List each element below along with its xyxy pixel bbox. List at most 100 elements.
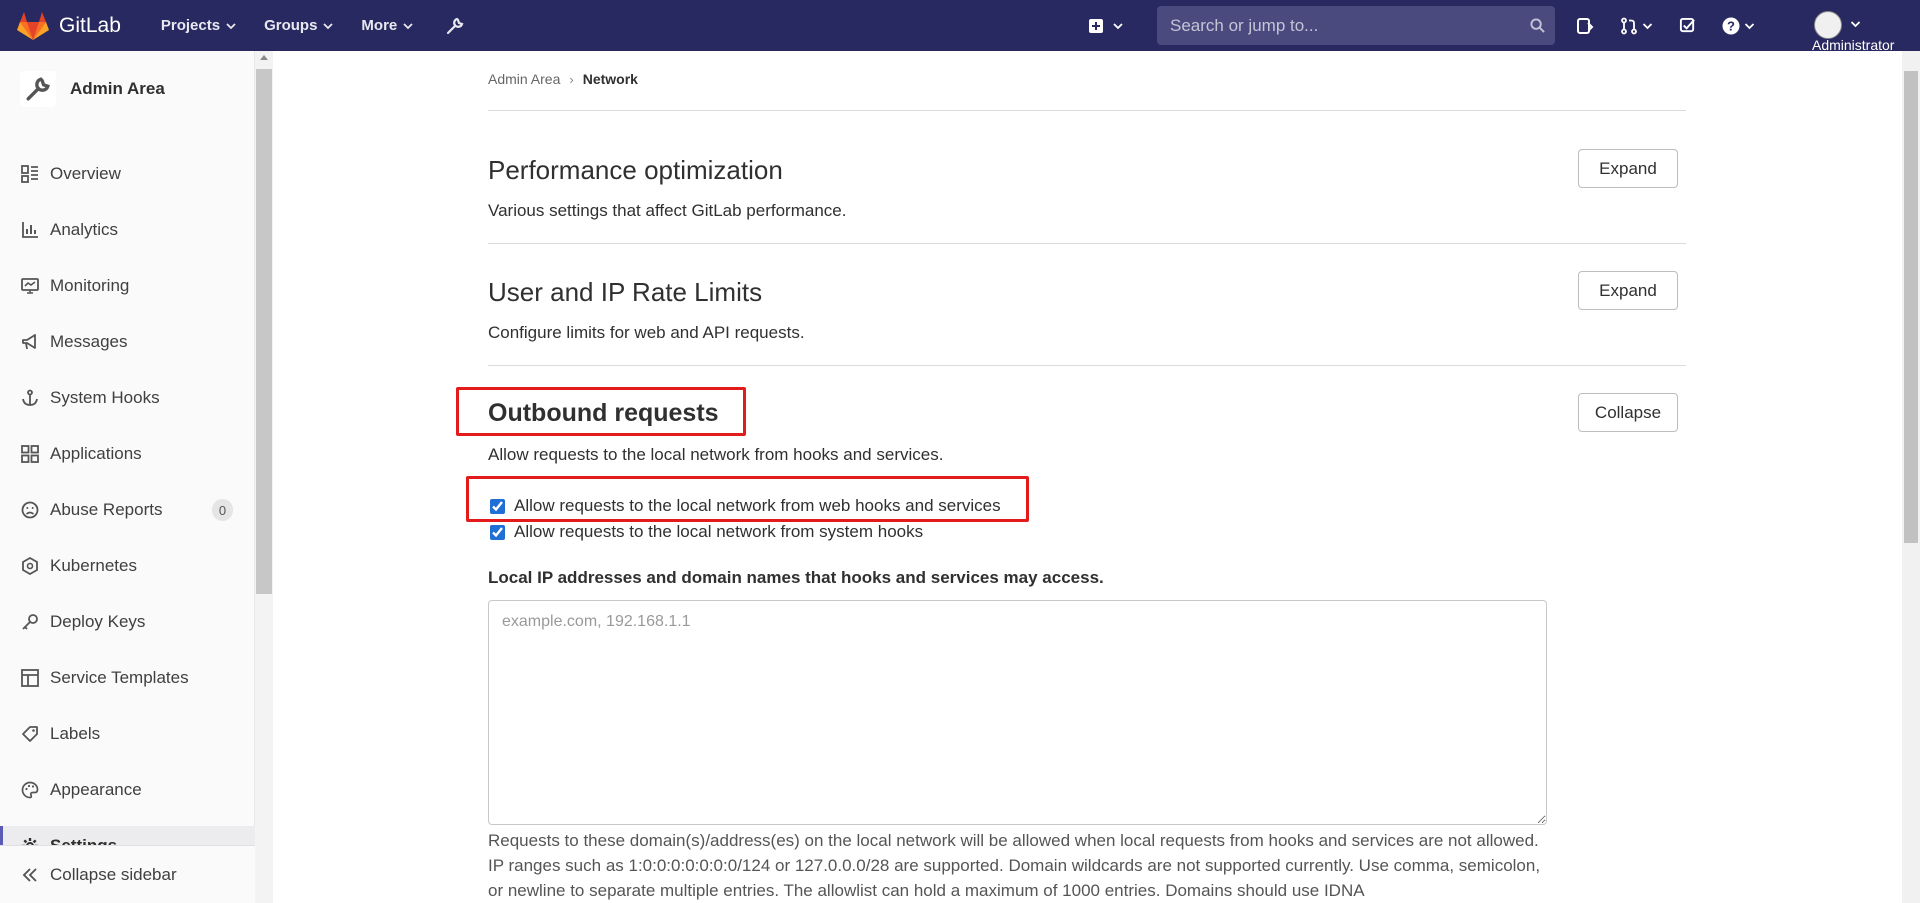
plus-square-icon — [1089, 18, 1103, 33]
user-name: Administrator — [1812, 37, 1895, 53]
sidebar-item-messages[interactable]: Messages — [0, 322, 255, 362]
allow-web-hooks-checkbox-row[interactable]: Allow requests to the local network from… — [488, 496, 1001, 516]
sidebar-item-system-hooks[interactable]: System Hooks — [0, 378, 255, 418]
sidebar-item-abuse-reports[interactable]: Abuse Reports 0 — [0, 490, 255, 530]
template-icon — [20, 668, 40, 688]
page-scroll-thumb[interactable] — [1904, 71, 1918, 543]
double-chevron-left-icon — [20, 865, 40, 885]
sidebar-item-monitoring[interactable]: Monitoring — [0, 266, 255, 306]
divider — [488, 365, 1686, 366]
section-desc-performance: Various settings that affect GitLab perf… — [488, 201, 847, 220]
label-icon — [20, 724, 40, 744]
sidebar-item-appearance[interactable]: Appearance — [0, 770, 255, 810]
allow-web-hooks-label: Allow requests to the local network from… — [514, 496, 1001, 515]
collapse-sidebar-button[interactable]: Collapse sidebar — [0, 855, 255, 895]
megaphone-icon — [20, 332, 40, 352]
sidebar-item-overview[interactable]: Overview — [0, 154, 255, 194]
kubernetes-icon — [20, 556, 40, 576]
sidebar-item-label: System Hooks — [50, 388, 160, 407]
chevron-down-icon — [1642, 22, 1653, 29]
sidebar-context-title: Admin Area — [70, 79, 165, 98]
sidebar-item-label: Overview — [50, 164, 121, 183]
allow-web-hooks-checkbox[interactable] — [490, 498, 505, 514]
nav-groups[interactable]: Groups — [264, 17, 334, 34]
scroll-up-arrow-icon[interactable] — [260, 55, 268, 60]
sidebar-scrollbar[interactable] — [255, 51, 273, 903]
divider — [488, 110, 1686, 111]
help-icon: ? — [1722, 17, 1740, 34]
palette-icon — [20, 780, 40, 800]
nav-projects[interactable]: Projects — [161, 17, 236, 34]
nav-groups-label: Groups — [264, 17, 318, 34]
expand-performance-button[interactable]: Expand — [1578, 149, 1678, 188]
search-icon — [1530, 18, 1545, 33]
allowlist-help-text: Requests to these domain(s)/address(es) … — [488, 831, 1541, 900]
allowlist-textarea[interactable] — [488, 600, 1547, 825]
new-dropdown[interactable] — [1088, 0, 1124, 51]
allow-system-hooks-checkbox[interactable] — [490, 524, 505, 540]
wrench-icon[interactable] — [445, 16, 465, 36]
sidebar-item-label: Messages — [50, 332, 128, 351]
section-desc-outbound: Allow requests to the local network from… — [488, 445, 944, 464]
sidebar-item-label: Appearance — [50, 780, 142, 799]
page-scrollbar[interactable] — [1902, 51, 1920, 903]
collapse-sidebar-label: Collapse sidebar — [50, 865, 177, 884]
chevron-down-icon — [1744, 22, 1755, 29]
sidebar-context-header[interactable]: Admin Area — [0, 51, 255, 127]
sidebar-item-service-templates[interactable]: Service Templates — [0, 658, 255, 698]
sidebar-item-kubernetes[interactable]: Kubernetes — [0, 546, 255, 586]
user-menu[interactable]: Administrator — [1810, 8, 1920, 53]
sidebar-item-label: Kubernetes — [50, 556, 137, 575]
brand-link[interactable]: GitLab — [16, 9, 121, 43]
chevron-down-icon — [403, 22, 413, 29]
sidebar-item-labels[interactable]: Labels — [0, 714, 255, 754]
admin-area-avatar — [20, 71, 56, 107]
monitor-icon — [20, 276, 40, 296]
chevron-down-icon — [323, 22, 334, 29]
allowlist-field-label: Local IP addresses and domain names that… — [488, 568, 1104, 587]
sidebar-item-label: Monitoring — [50, 276, 130, 295]
nav-menu: Projects Groups More — [161, 16, 465, 36]
anchor-icon — [20, 388, 40, 408]
avatar — [1814, 11, 1842, 39]
breadcrumb-network[interactable]: Network — [583, 71, 638, 87]
expand-rate-limits-button[interactable]: Expand — [1578, 271, 1678, 310]
breadcrumb: Admin Area › Network — [488, 71, 638, 87]
nav-icons: ? — [1576, 0, 1781, 51]
sidebar-item-label: Service Templates — [50, 668, 189, 687]
sidebar-item-analytics[interactable]: Analytics — [0, 210, 255, 250]
gitlab-logo-icon — [17, 11, 49, 40]
section-title-outbound: Outbound requests — [488, 399, 719, 427]
allow-system-hooks-checkbox-row[interactable]: Allow requests to the local network from… — [488, 522, 923, 542]
divider — [488, 243, 1686, 244]
todos-button[interactable] — [1679, 17, 1696, 34]
section-title-rate-limits: User and IP Rate Limits — [488, 277, 763, 307]
brand-name: GitLab — [59, 13, 121, 37]
key-icon — [20, 612, 40, 632]
sidebar-item-label: Abuse Reports — [50, 500, 163, 519]
chevron-right-icon: › — [569, 71, 574, 87]
frown-icon — [20, 500, 40, 520]
nav-more[interactable]: More — [361, 17, 413, 34]
sidebar-item-deploy-keys[interactable]: Deploy Keys — [0, 602, 255, 642]
merge-requests-button[interactable] — [1620, 17, 1653, 35]
applications-icon — [20, 444, 40, 464]
overview-icon — [20, 164, 40, 184]
svg-text:?: ? — [1727, 18, 1735, 33]
merge-request-icon — [1621, 17, 1637, 34]
chevron-down-icon — [1113, 22, 1123, 29]
sidebar-scroll-thumb[interactable] — [256, 69, 272, 594]
collapse-outbound-button[interactable]: Collapse — [1578, 393, 1678, 432]
sidebar-item-label: Labels — [50, 724, 101, 743]
search-box[interactable] — [1157, 6, 1555, 45]
search-input[interactable] — [1168, 14, 1530, 37]
analytics-icon — [20, 220, 40, 240]
issues-button[interactable] — [1576, 17, 1594, 35]
nav-projects-label: Projects — [160, 17, 221, 34]
todo-check-icon — [1679, 17, 1695, 33]
wrench-icon — [26, 77, 50, 101]
breadcrumb-admin-area[interactable]: Admin Area — [488, 71, 560, 87]
sidebar-item-applications[interactable]: Applications — [0, 434, 255, 474]
abuse-reports-count-badge: 0 — [212, 499, 233, 521]
help-button[interactable]: ? — [1722, 17, 1755, 35]
